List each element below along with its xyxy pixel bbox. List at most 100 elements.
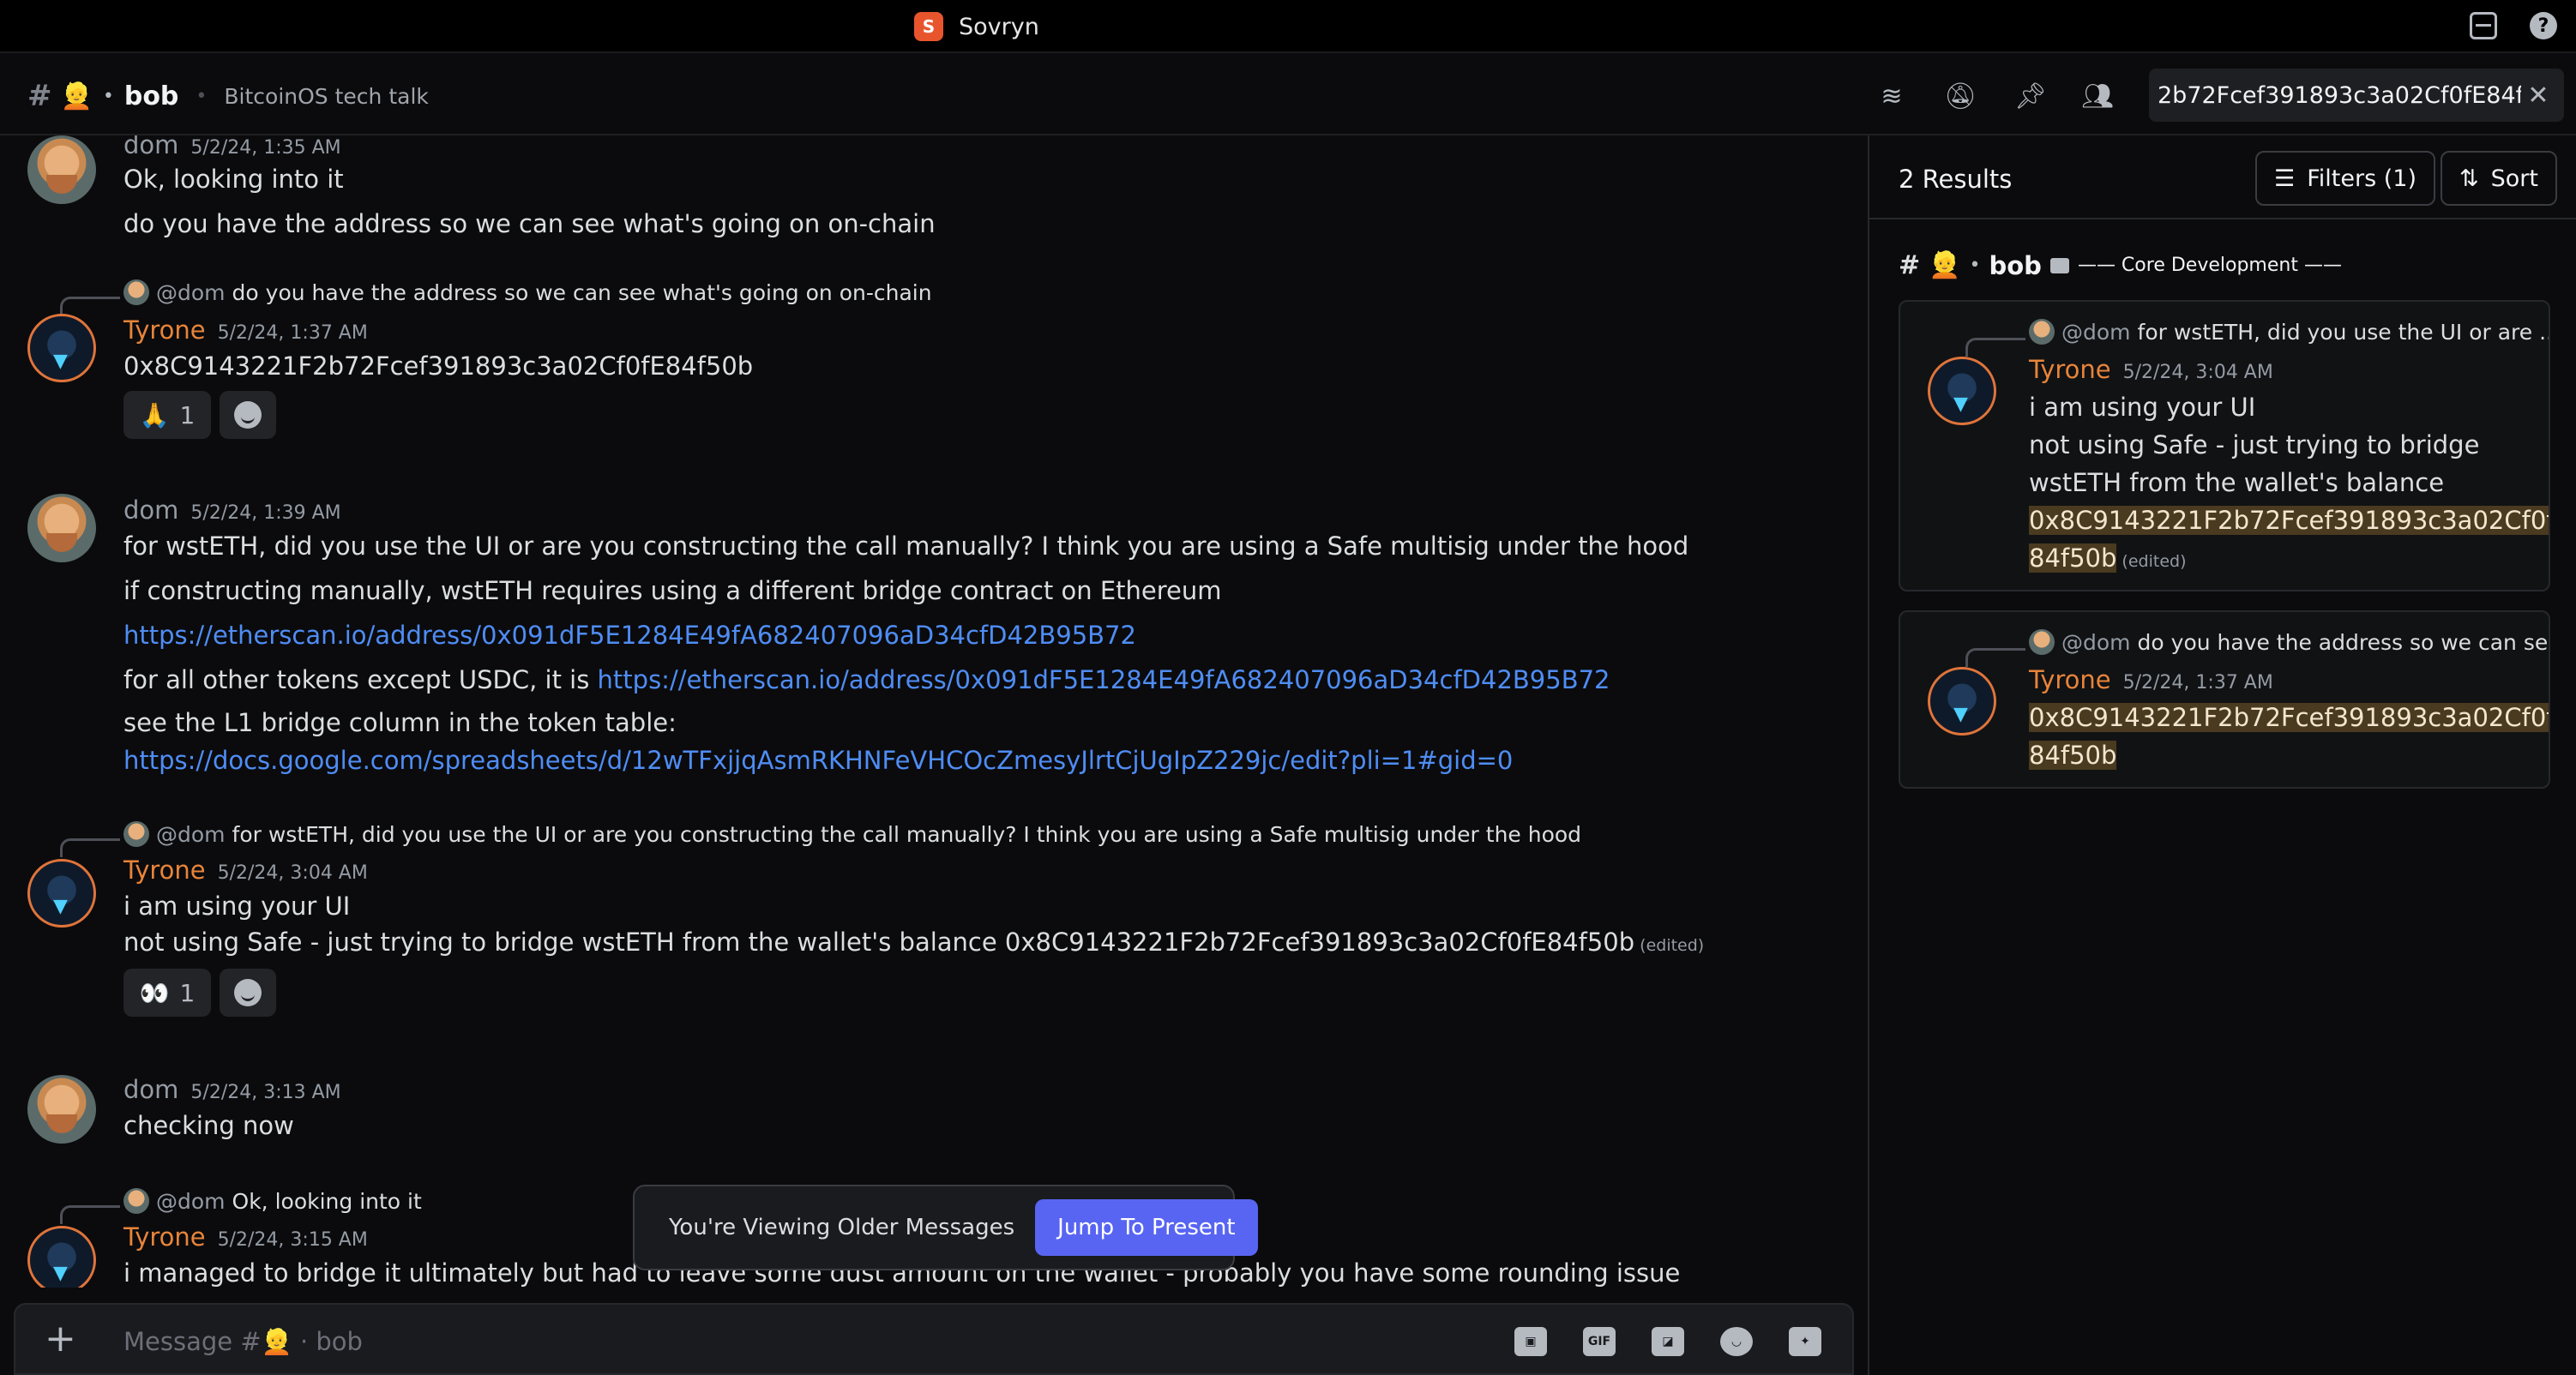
message: @dom for wstETH, did you use the UI or a… bbox=[0, 820, 1868, 1034]
reply-preview[interactable]: @dom for wstETH, did you use the UI or a… bbox=[123, 821, 1581, 847]
message-text: if constructing manually, wstETH require… bbox=[123, 576, 1222, 605]
result-channel-label[interactable]: # 👱 • bob —— Core Development —— bbox=[1899, 250, 2342, 280]
reaction-pill[interactable]: 🙏 1 bbox=[123, 391, 211, 439]
reply-avatar bbox=[123, 279, 149, 305]
message-header: Tyrone 5/2/24, 3:04 AM bbox=[2029, 355, 2273, 384]
message-link[interactable]: https://etherscan.io/address/0x091dF5E12… bbox=[123, 621, 1136, 650]
reply-preview[interactable]: @dom Ok, looking into it bbox=[123, 1188, 422, 1214]
member-list-icon[interactable]: 👥︎ bbox=[2080, 79, 2115, 113]
reaction-pill[interactable]: 👀 1 bbox=[123, 969, 211, 1017]
gif-icon[interactable]: GIF bbox=[1583, 1327, 1616, 1356]
timestamp: 5/2/24, 3:15 AM bbox=[217, 1229, 368, 1251]
timestamp: 5/2/24, 3:04 AM bbox=[217, 862, 368, 884]
app-title-group: S Sovryn bbox=[914, 10, 1039, 43]
sticker-icon[interactable]: ◪ bbox=[1652, 1327, 1684, 1356]
reply-mention: @dom bbox=[156, 821, 226, 847]
sort-icon: ⇅ bbox=[2459, 165, 2479, 192]
reply-connector bbox=[60, 838, 120, 857]
message-header: Tyrone 5/2/24, 3:04 AM bbox=[123, 856, 368, 885]
emoji-icon[interactable]: ◡ bbox=[1720, 1327, 1753, 1356]
reaction-emoji: 🙏 bbox=[139, 400, 170, 429]
help-icon[interactable]: ? bbox=[2530, 12, 2557, 39]
pinned-messages-icon[interactable]: 📌︎ bbox=[2013, 79, 2048, 113]
author-name[interactable]: Tyrone bbox=[123, 315, 206, 345]
search-highlight: 84f50b bbox=[2029, 543, 2117, 573]
message-composer[interactable]: + Message #👱 · bob ▣ GIF ◪ ◡ ✦ bbox=[14, 1303, 1854, 1375]
author-name[interactable]: dom bbox=[123, 135, 178, 159]
add-reaction-button[interactable] bbox=[220, 391, 276, 439]
message-text: i am using your UI bbox=[2029, 393, 2256, 422]
older-messages-banner: You're Viewing Older Messages Jump To Pr… bbox=[633, 1185, 1258, 1270]
channel-name: bob bbox=[123, 81, 179, 111]
message: @dom do you have the address so we can s… bbox=[0, 279, 1868, 451]
notification-settings-icon[interactable]: 🔕︎ bbox=[1943, 79, 1977, 113]
avatar[interactable] bbox=[27, 314, 96, 382]
search-result[interactable]: @dom do you have the address so we can s… bbox=[1899, 610, 2550, 789]
older-messages-text: You're Viewing Older Messages bbox=[669, 1215, 1015, 1240]
separator-dot: • bbox=[102, 85, 114, 107]
avatar[interactable] bbox=[1928, 667, 1996, 736]
message-text: 0x8C9143221F2b72Fcef391893c3a02Cf0fE bbox=[2029, 703, 2549, 732]
author-name[interactable]: dom bbox=[123, 1075, 178, 1104]
message-text: do you have the address so we can see wh… bbox=[123, 209, 936, 238]
message-link[interactable]: https://docs.google.com/spreadsheets/d/1… bbox=[123, 746, 1513, 775]
threads-icon[interactable]: ≋ bbox=[1875, 79, 1909, 113]
message-header: Tyrone 5/2/24, 3:15 AM bbox=[123, 1222, 368, 1252]
avatar[interactable] bbox=[27, 1226, 96, 1288]
message-input[interactable]: Message #👱 · bob bbox=[123, 1327, 363, 1357]
reply-connector bbox=[1965, 648, 2025, 667]
sort-label: Sort bbox=[2490, 165, 2538, 192]
avatar[interactable] bbox=[27, 494, 96, 562]
inbox-icon[interactable] bbox=[2470, 12, 2497, 39]
timestamp: 5/2/24, 3:04 AM bbox=[2122, 362, 2273, 383]
reply-text: Ok, looking into it bbox=[232, 1188, 422, 1214]
reply-connector bbox=[1965, 338, 2025, 357]
filters-button[interactable]: ☰ Filters (1) bbox=[2255, 151, 2435, 206]
avatar[interactable] bbox=[27, 859, 96, 928]
message: dom 5/2/24, 3:13 AM checking now bbox=[0, 1075, 1868, 1169]
message-link[interactable]: https://etherscan.io/address/0x091dF5E12… bbox=[598, 665, 1610, 694]
separator-dot: • bbox=[1969, 255, 1981, 276]
author-name[interactable]: Tyrone bbox=[2029, 355, 2111, 384]
apps-icon[interactable]: ✦ bbox=[1789, 1327, 1821, 1356]
result-channel-name: bob bbox=[1989, 250, 2042, 280]
author-name[interactable]: Tyrone bbox=[123, 856, 206, 885]
gift-icon[interactable]: ▣ bbox=[1514, 1327, 1547, 1356]
jump-to-present-button[interactable]: Jump To Present bbox=[1035, 1199, 1258, 1256]
timestamp: 5/2/24, 3:13 AM bbox=[190, 1082, 341, 1103]
channel-emoji: 👱 bbox=[60, 81, 93, 111]
avatar[interactable] bbox=[1928, 357, 1996, 425]
message-text: i am using your UI bbox=[123, 892, 351, 921]
search-result[interactable]: @dom for wstETH, did you use the UI or a… bbox=[1899, 300, 2550, 591]
message-list[interactable]: dom 5/2/24, 1:35 AM Ok, looking into it … bbox=[0, 135, 1868, 1288]
author-name[interactable]: dom bbox=[123, 495, 178, 525]
timestamp: 5/2/24, 1:37 AM bbox=[217, 322, 368, 344]
message-header: dom 5/2/24, 1:39 AM bbox=[123, 495, 341, 525]
search-box[interactable]: ✕ bbox=[2149, 69, 2564, 122]
channel-topic[interactable]: BitcoinOS tech talk bbox=[224, 84, 429, 109]
author-name[interactable]: Tyrone bbox=[123, 1222, 206, 1252]
edited-label: (edited) bbox=[2122, 552, 2187, 571]
message-text: 0x8C9143221F2b72Fcef391893c3a02Cf0fE84f5… bbox=[123, 351, 754, 381]
channel-title-group: # 👱 • bob • BitcoinOS tech talk bbox=[27, 79, 429, 113]
message-text: 84f50b (edited) bbox=[2029, 543, 2186, 573]
add-attachment-icon[interactable]: + bbox=[45, 1320, 76, 1358]
reply-preview[interactable]: @dom do you have the address so we can s… bbox=[123, 279, 932, 305]
reaction-count: 1 bbox=[179, 978, 196, 1007]
add-reaction-button[interactable] bbox=[220, 969, 276, 1017]
message-text-prefix: for all other tokens except USDC, it is bbox=[123, 665, 598, 694]
sort-button[interactable]: ⇅ Sort bbox=[2441, 151, 2557, 206]
reply-avatar bbox=[2029, 319, 2055, 345]
message-text: for all other tokens except USDC, it is … bbox=[123, 665, 1610, 694]
reply-text: for wstETH, did you use the UI or are ..… bbox=[2137, 319, 2550, 345]
message-text: wstETH from the wallet's balance bbox=[2029, 468, 2445, 497]
author-name[interactable]: Tyrone bbox=[2029, 665, 2111, 694]
message: dom 5/2/24, 1:35 AM Ok, looking into it … bbox=[0, 135, 1868, 255]
smile-icon bbox=[234, 401, 262, 429]
clear-search-icon[interactable]: ✕ bbox=[2521, 81, 2555, 111]
avatar[interactable] bbox=[27, 135, 96, 204]
avatar[interactable] bbox=[27, 1075, 96, 1144]
search-input[interactable] bbox=[2158, 81, 2521, 109]
search-highlight: 84f50b bbox=[2029, 741, 2117, 770]
message-header: dom 5/2/24, 1:35 AM bbox=[123, 135, 341, 159]
